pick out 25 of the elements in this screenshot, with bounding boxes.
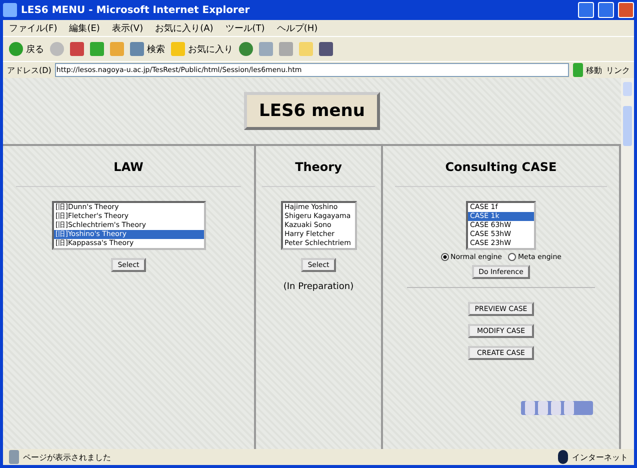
menu-item[interactable]: 表示(V) — [112, 22, 144, 34]
scrollbar-thumb[interactable] — [623, 106, 632, 146]
menu-item[interactable]: 編集(E) — [69, 22, 100, 34]
menu-title-button[interactable]: LES6 menu — [244, 92, 380, 130]
status-message: ページが表示されました — [23, 452, 111, 462]
search-button[interactable]: 検索 — [130, 42, 165, 56]
preparation-note: (In Preparation) — [283, 282, 354, 292]
address-label: アドレス(D) — [7, 64, 52, 76]
section-heading: Consulting CASE — [394, 160, 608, 187]
zone-label: インターネット — [572, 452, 628, 462]
image-toolbar[interactable] — [521, 401, 593, 415]
section-heading: Theory — [262, 160, 375, 187]
go-button[interactable]: 移動 — [573, 63, 602, 77]
maximize-button[interactable] — [598, 2, 614, 18]
minimize-button[interactable] — [578, 2, 594, 18]
menu-item[interactable]: ファイル(F) — [9, 22, 58, 34]
back-button[interactable]: 戻る — [9, 42, 44, 56]
menu-item[interactable]: お気に入り(A) — [155, 22, 214, 34]
close-button[interactable] — [618, 2, 634, 18]
menu-item[interactable]: ツール(T) — [225, 22, 265, 34]
links-label[interactable]: リンク — [606, 64, 630, 76]
favorites-button[interactable]: お気に入り — [171, 42, 233, 56]
window-title: LES6 MENU - Microsoft Internet Explorer — [21, 4, 251, 16]
menu-item[interactable]: ヘルプ(H) — [276, 22, 318, 34]
section-heading: LAW — [16, 160, 242, 187]
